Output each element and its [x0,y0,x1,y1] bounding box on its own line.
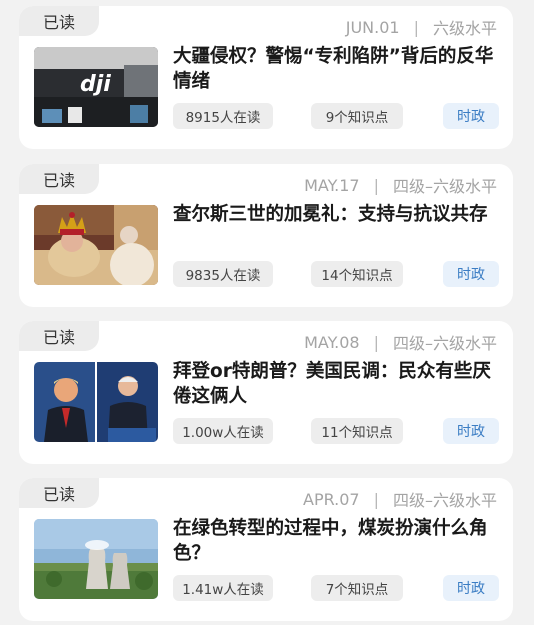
article-thumbnail[interactable] [34,362,158,442]
article-date: APR.07 [303,489,360,509]
debate-image [34,362,158,442]
category-tag[interactable]: 时政 [443,575,499,601]
read-badge: 已读 [19,6,99,36]
article-thumbnail[interactable] [34,205,158,285]
knowledge-points: 14个知识点 [311,261,403,287]
article-thumbnail[interactable]: dji [34,47,158,127]
article-title[interactable]: 查尔斯三世的加冕礼：支持与抗议共存 [173,202,503,227]
article-date: MAY.08 [304,332,360,352]
dji-store-image: dji [34,47,158,127]
article-card[interactable]: 已读 MAY.08 | 四级–六级水平 拜登or特朗普？美国民调：民众有些厌倦这… [19,321,513,464]
article-card[interactable]: 已读 MAY.17 | 四级–六级水平 查尔斯三世的加冕礼：支持与抗议共存 98… [19,164,513,307]
knowledge-points: 9个知识点 [311,103,403,129]
meta-separator: | [373,489,379,509]
category-tag[interactable]: 时政 [443,418,499,444]
meta-separator: | [413,17,419,37]
article-title[interactable]: 拜登or特朗普？美国民调：民众有些厌倦这俩人 [173,359,503,409]
article-date: JUN.01 [345,17,400,37]
meta-separator: | [373,332,379,352]
reader-count: 8915人在读 [173,103,273,129]
coronation-image [34,205,158,285]
article-level: 六级水平 [432,19,497,38]
article-title[interactable]: 大疆侵权？警惕“专利陷阱”背后的反华情绪 [173,44,503,94]
read-badge: 已读 [19,164,99,194]
article-level: 四级–六级水平 [392,491,497,510]
article-meta: MAY.17 | 四级–六级水平 [304,173,497,197]
read-badge: 已读 [19,478,99,508]
knowledge-points: 7个知识点 [311,575,403,601]
article-thumbnail[interactable] [34,519,158,599]
article-level: 四级–六级水平 [392,334,497,353]
article-title[interactable]: 在绿色转型的过程中，煤炭扮演什么角色？ [173,516,503,566]
knowledge-points: 11个知识点 [311,418,403,444]
article-level: 四级–六级水平 [392,177,497,196]
article-card[interactable]: 已读 APR.07 | 四级–六级水平 在绿色转型的过程中，煤炭扮演什么角色？ … [19,478,513,621]
article-card[interactable]: 已读 JUN.01 | 六级水平 dji 大疆侵权？警惕“专利陷阱”背后的反华情… [19,6,513,149]
article-meta: MAY.08 | 四级–六级水平 [304,330,497,354]
cooling-towers-image [34,519,158,599]
read-badge: 已读 [19,321,99,351]
svg-text:dji: dji [80,72,111,97]
reader-count: 1.00w人在读 [173,418,273,444]
reader-count: 1.41w人在读 [173,575,273,601]
category-tag[interactable]: 时政 [443,103,499,129]
article-date: MAY.17 [304,175,360,195]
category-tag[interactable]: 时政 [443,261,499,287]
meta-separator: | [373,175,379,195]
article-meta: APR.07 | 四级–六级水平 [303,487,497,511]
article-meta: JUN.01 | 六级水平 [346,15,497,39]
reader-count: 9835人在读 [173,261,273,287]
